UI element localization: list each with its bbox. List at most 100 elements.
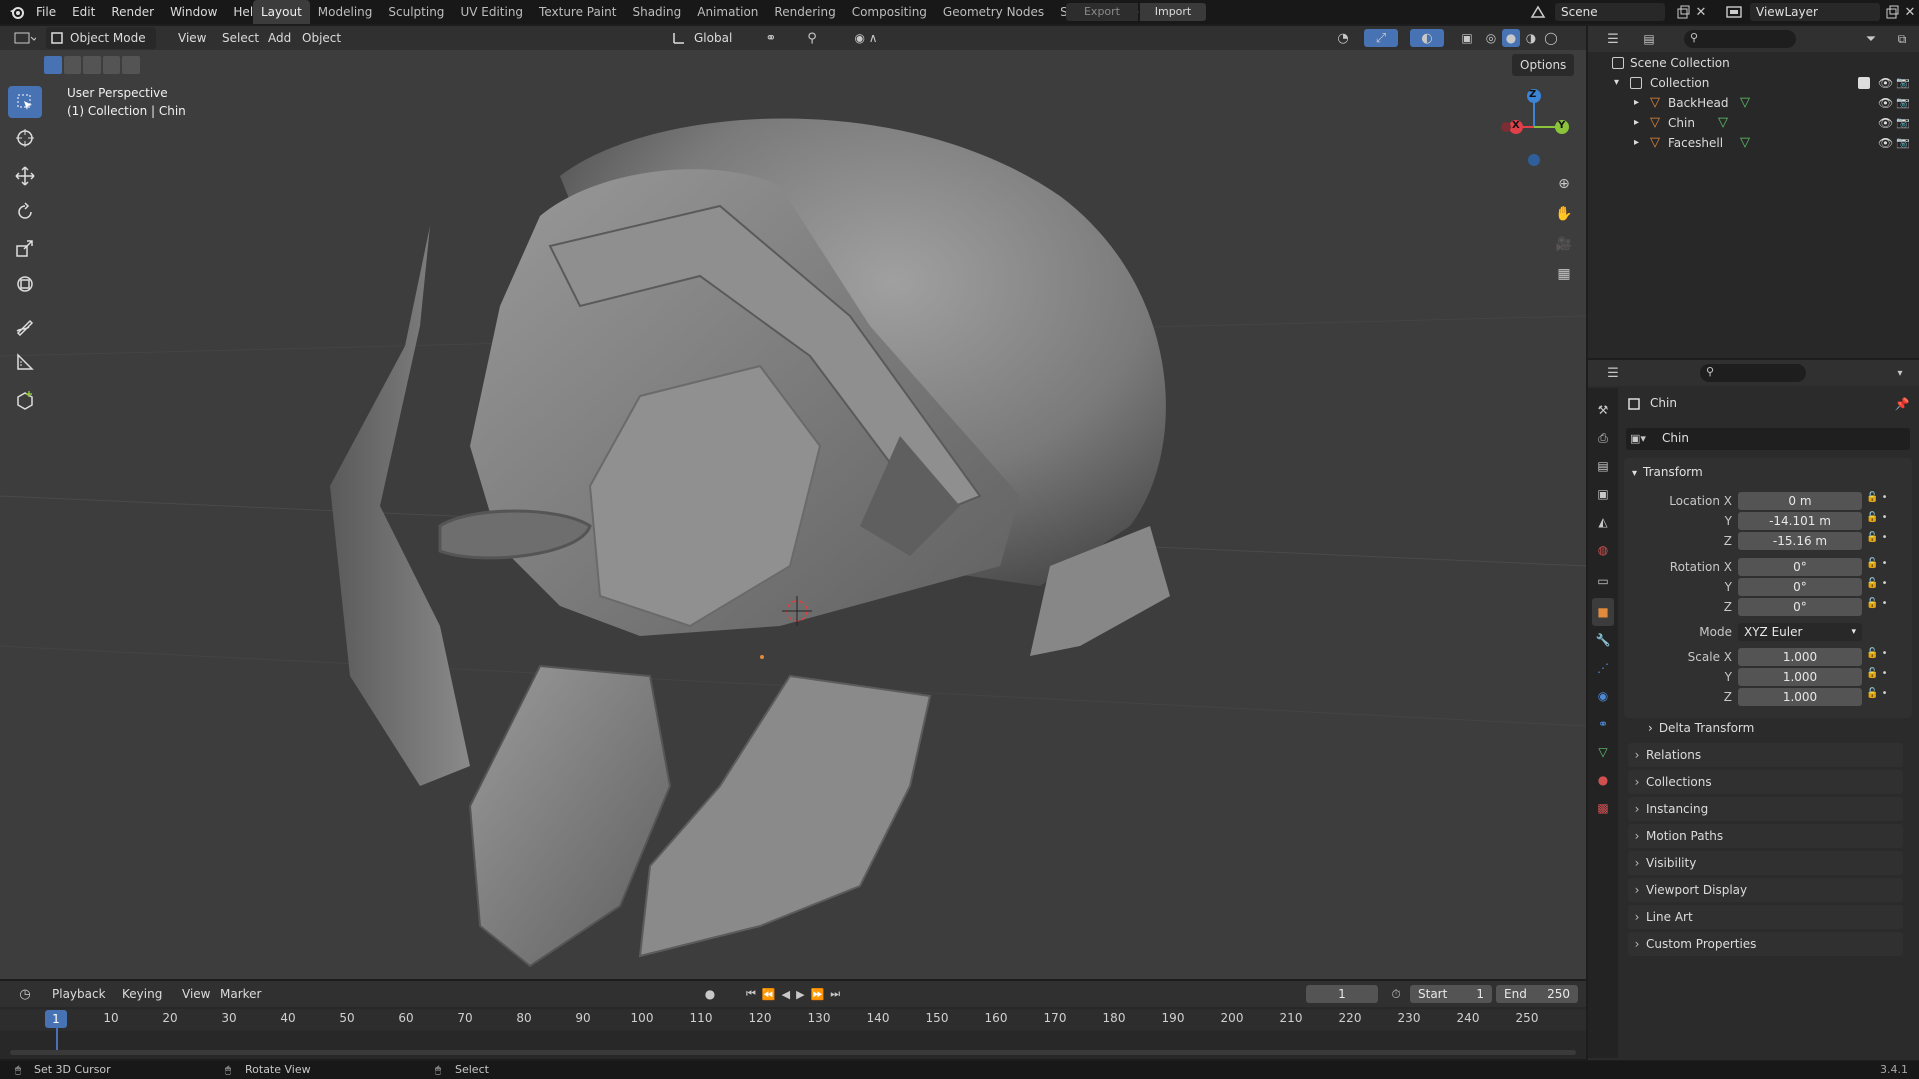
object-tab-icon[interactable]: ■ (1592, 598, 1614, 626)
delta-transform-subpanel[interactable]: › Delta Transform (1648, 718, 1754, 738)
tool-annotate[interactable] (8, 310, 42, 342)
editor-type-icon[interactable] (10, 29, 40, 47)
camera-icon[interactable]: 📷 (1896, 93, 1910, 113)
data-tab-icon[interactable]: ▽ (1592, 738, 1614, 766)
expand-icon[interactable]: ▸ (1634, 113, 1639, 133)
world-tab-icon[interactable]: ◍ (1592, 536, 1614, 564)
lock-rotation-y-icon[interactable]: 🔓 • (1866, 578, 1888, 589)
tool-transform[interactable] (8, 268, 42, 300)
physics-tab-icon[interactable]: ◉ (1592, 682, 1614, 710)
scale-y-field[interactable]: 1.000 (1738, 668, 1862, 686)
tool-measure[interactable] (8, 346, 42, 378)
menu-view[interactable]: View (170, 27, 214, 49)
export-button[interactable]: Export (1066, 3, 1138, 21)
pin-icon[interactable]: 📌 (1894, 396, 1910, 412)
lock-rotation-x-icon[interactable]: 🔓 • (1866, 558, 1888, 569)
panel-collections[interactable]: Collections (1628, 770, 1903, 794)
outliner-scene-collection[interactable]: Scene Collection (1590, 53, 1919, 73)
tab-animation[interactable]: Animation (689, 0, 766, 24)
collection-expand-icon[interactable]: ▾ (1614, 73, 1619, 93)
play-icon[interactable]: ▶ (796, 985, 804, 1003)
tab-compositing[interactable]: Compositing (844, 0, 935, 24)
expand-icon[interactable]: ▸ (1634, 133, 1639, 153)
properties-editor-icon[interactable]: ☰ (1598, 364, 1628, 382)
lock-location-z-icon[interactable]: 🔓 • (1866, 532, 1888, 543)
select-intersect-icon[interactable] (122, 56, 140, 74)
timeline-editor-icon[interactable]: ◷ (10, 985, 40, 1003)
render-tab-icon[interactable]: ⎙ (1592, 424, 1614, 452)
panel-visibility[interactable]: Visibility (1628, 851, 1903, 875)
tool-select-box[interactable] (8, 86, 42, 118)
pivot-icon[interactable]: ⚭ (756, 29, 786, 47)
constraints-tab-icon[interactable]: ⚭ (1592, 710, 1614, 738)
overlays-toggle-icon[interactable]: ◐ (1410, 29, 1444, 47)
snap-icon[interactable]: ⚲ (790, 29, 834, 47)
select-extend-icon[interactable] (63, 56, 82, 74)
camera-icon[interactable]: 📷 (1896, 133, 1910, 153)
outliner-editor-icon[interactable]: ☰ (1598, 30, 1628, 48)
lock-location-y-icon[interactable]: 🔓 • (1866, 512, 1888, 523)
outliner-item-backhead[interactable]: ▸ ▽ BackHead ▽ 👁 📷 (1590, 93, 1919, 113)
new-view-layer-icon[interactable] (1884, 4, 1900, 20)
ortho-grid-icon[interactable]: ▦ (1552, 262, 1576, 286)
panel-custom-properties[interactable]: Custom Properties (1628, 932, 1903, 956)
scale-z-field[interactable]: 1.000 (1738, 688, 1862, 706)
tab-geometry-nodes[interactable]: Geometry Nodes (935, 0, 1052, 24)
datablock-selector[interactable]: ▣▾ Chin (1626, 428, 1910, 450)
delete-scene-icon[interactable]: ✕ (1693, 4, 1709, 20)
rotation-mode-dropdown[interactable]: XYZ Euler ▾ (1738, 623, 1862, 641)
start-frame-field[interactable]: Start 1 (1410, 985, 1492, 1003)
zoom-icon[interactable]: ⊕ (1552, 172, 1576, 196)
camera-view-icon[interactable]: 🎥 (1552, 232, 1576, 256)
navigation-gizmo[interactable]: Z Y X (1494, 82, 1574, 172)
blender-logo-icon[interactable] (8, 3, 26, 21)
tool-cursor[interactable] (8, 122, 42, 154)
panel-motion-paths[interactable]: Motion Paths (1628, 824, 1903, 848)
stopwatch-icon[interactable]: ⏱ (1386, 985, 1406, 1003)
options-dropdown[interactable]: Options (1512, 54, 1575, 76)
outliner-item-chin[interactable]: ▸ ▽ Chin ▽ 👁 📷 (1590, 113, 1919, 133)
collection-camera-icon[interactable]: 📷 (1896, 73, 1910, 93)
particles-tab-icon[interactable]: ⋰ (1592, 654, 1614, 682)
material-tab-icon[interactable]: ● (1592, 766, 1614, 794)
tab-shading[interactable]: Shading (624, 0, 689, 24)
eye-icon[interactable]: 👁 (1878, 113, 1893, 133)
lock-location-x-icon[interactable]: 🔓 • (1866, 492, 1888, 503)
next-keyframe-icon[interactable]: ⏩ (811, 985, 825, 1003)
view-layer-tab-icon[interactable]: ▣ (1592, 480, 1614, 508)
viewport-3d[interactable] (0, 26, 1586, 979)
properties-search[interactable]: ⚲ (1700, 364, 1806, 382)
panel-line-art[interactable]: Line Art (1628, 905, 1903, 929)
tab-texture-paint[interactable]: Texture Paint (531, 0, 624, 24)
menu-object[interactable]: Object (294, 27, 349, 49)
scene-tab-icon[interactable]: ◭ (1592, 508, 1614, 536)
gizmo-toggle-icon[interactable]: ⤢ (1364, 29, 1398, 47)
current-frame-field[interactable]: 1 (1306, 985, 1378, 1003)
lock-scale-y-icon[interactable]: 🔓 • (1866, 668, 1888, 679)
tool-scale[interactable] (8, 232, 42, 264)
filter-icon[interactable]: ⏷ (1858, 30, 1884, 48)
outliner-item-faceshell[interactable]: ▸ ▽ Faceshell ▽ 👁 📷 (1590, 133, 1919, 153)
rotation-z-field[interactable]: 0° (1738, 598, 1862, 616)
scale-x-field[interactable]: 1.000 (1738, 648, 1862, 666)
rendered-shading-icon[interactable]: ◯ (1542, 29, 1560, 47)
tool-tab-icon[interactable]: ⚒ (1592, 396, 1614, 424)
tool-move[interactable] (8, 160, 42, 192)
prev-keyframe-icon[interactable]: ⏪ (762, 985, 776, 1003)
eye-icon[interactable]: 👁 (1878, 133, 1893, 153)
select-invert-icon[interactable] (102, 56, 121, 74)
collection-checkbox-icon[interactable] (1858, 77, 1870, 89)
select-new-icon[interactable] (44, 56, 62, 74)
menu-render[interactable]: Render (103, 0, 162, 24)
xray-icon[interactable]: ▣ (1458, 29, 1476, 47)
output-tab-icon[interactable]: ▤ (1592, 452, 1614, 480)
panel-instancing[interactable]: Instancing (1628, 797, 1903, 821)
select-subtract-icon[interactable] (83, 56, 101, 74)
tab-sculpting[interactable]: Sculpting (380, 0, 452, 24)
rotation-y-field[interactable]: 0° (1738, 578, 1862, 596)
scene-icon[interactable] (1527, 4, 1549, 20)
new-collection-icon[interactable]: ⧉ (1892, 30, 1912, 48)
jump-start-icon[interactable]: ⏮ (746, 985, 756, 1003)
texture-tab-icon[interactable]: ▩ (1592, 794, 1614, 822)
visibility-filter-icon[interactable]: ◔ (1328, 29, 1358, 47)
